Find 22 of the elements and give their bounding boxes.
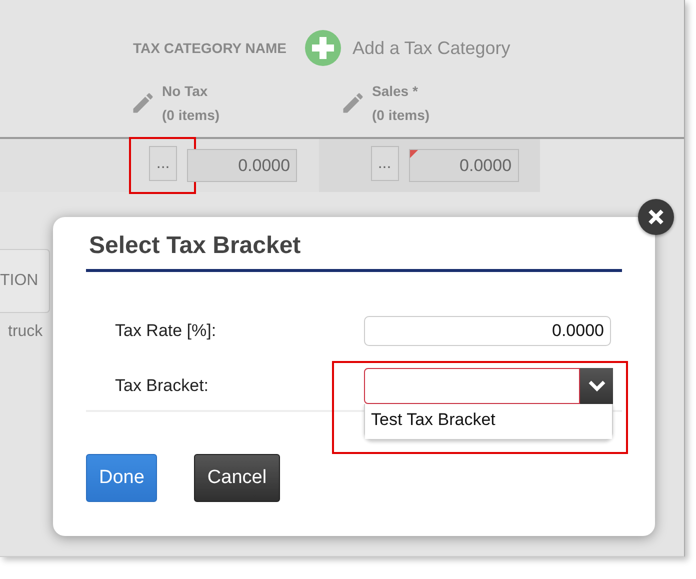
field-label: Tax Bracket: [114, 376, 210, 396]
cancel-button[interactable]: Cancel [194, 454, 280, 502]
side-tab[interactable]: TION [0, 249, 50, 313]
done-button[interactable]: Done [86, 454, 158, 502]
category-label: No Tax (0 items) [162, 82, 220, 125]
row-text: truck [8, 323, 43, 341]
dropdown-option[interactable]: Test Tax Bracket [365, 404, 612, 439]
add-category-link[interactable]: Add a Tax Category [352, 38, 510, 58]
field-label: Tax Rate [%]: [114, 321, 218, 341]
rate-field[interactable]: 0.0000 [408, 149, 519, 182]
browse-button[interactable]: ... [149, 146, 178, 181]
browse-button[interactable]: ... [370, 146, 399, 181]
rate-field[interactable]: 0.0000 [187, 149, 298, 182]
dropdown-button[interactable] [580, 368, 613, 404]
tax-rate-field[interactable]: 0.0000 [364, 316, 611, 346]
category-label: Sales * (0 items) [372, 82, 430, 125]
flag-icon [410, 150, 418, 158]
select-field[interactable] [364, 368, 580, 404]
dialog-title: Select Tax Bracket [89, 231, 302, 261]
close-icon [648, 209, 664, 225]
column-header: TAX CATEGORY NAME [133, 40, 286, 56]
chevron-down-icon [588, 380, 606, 392]
